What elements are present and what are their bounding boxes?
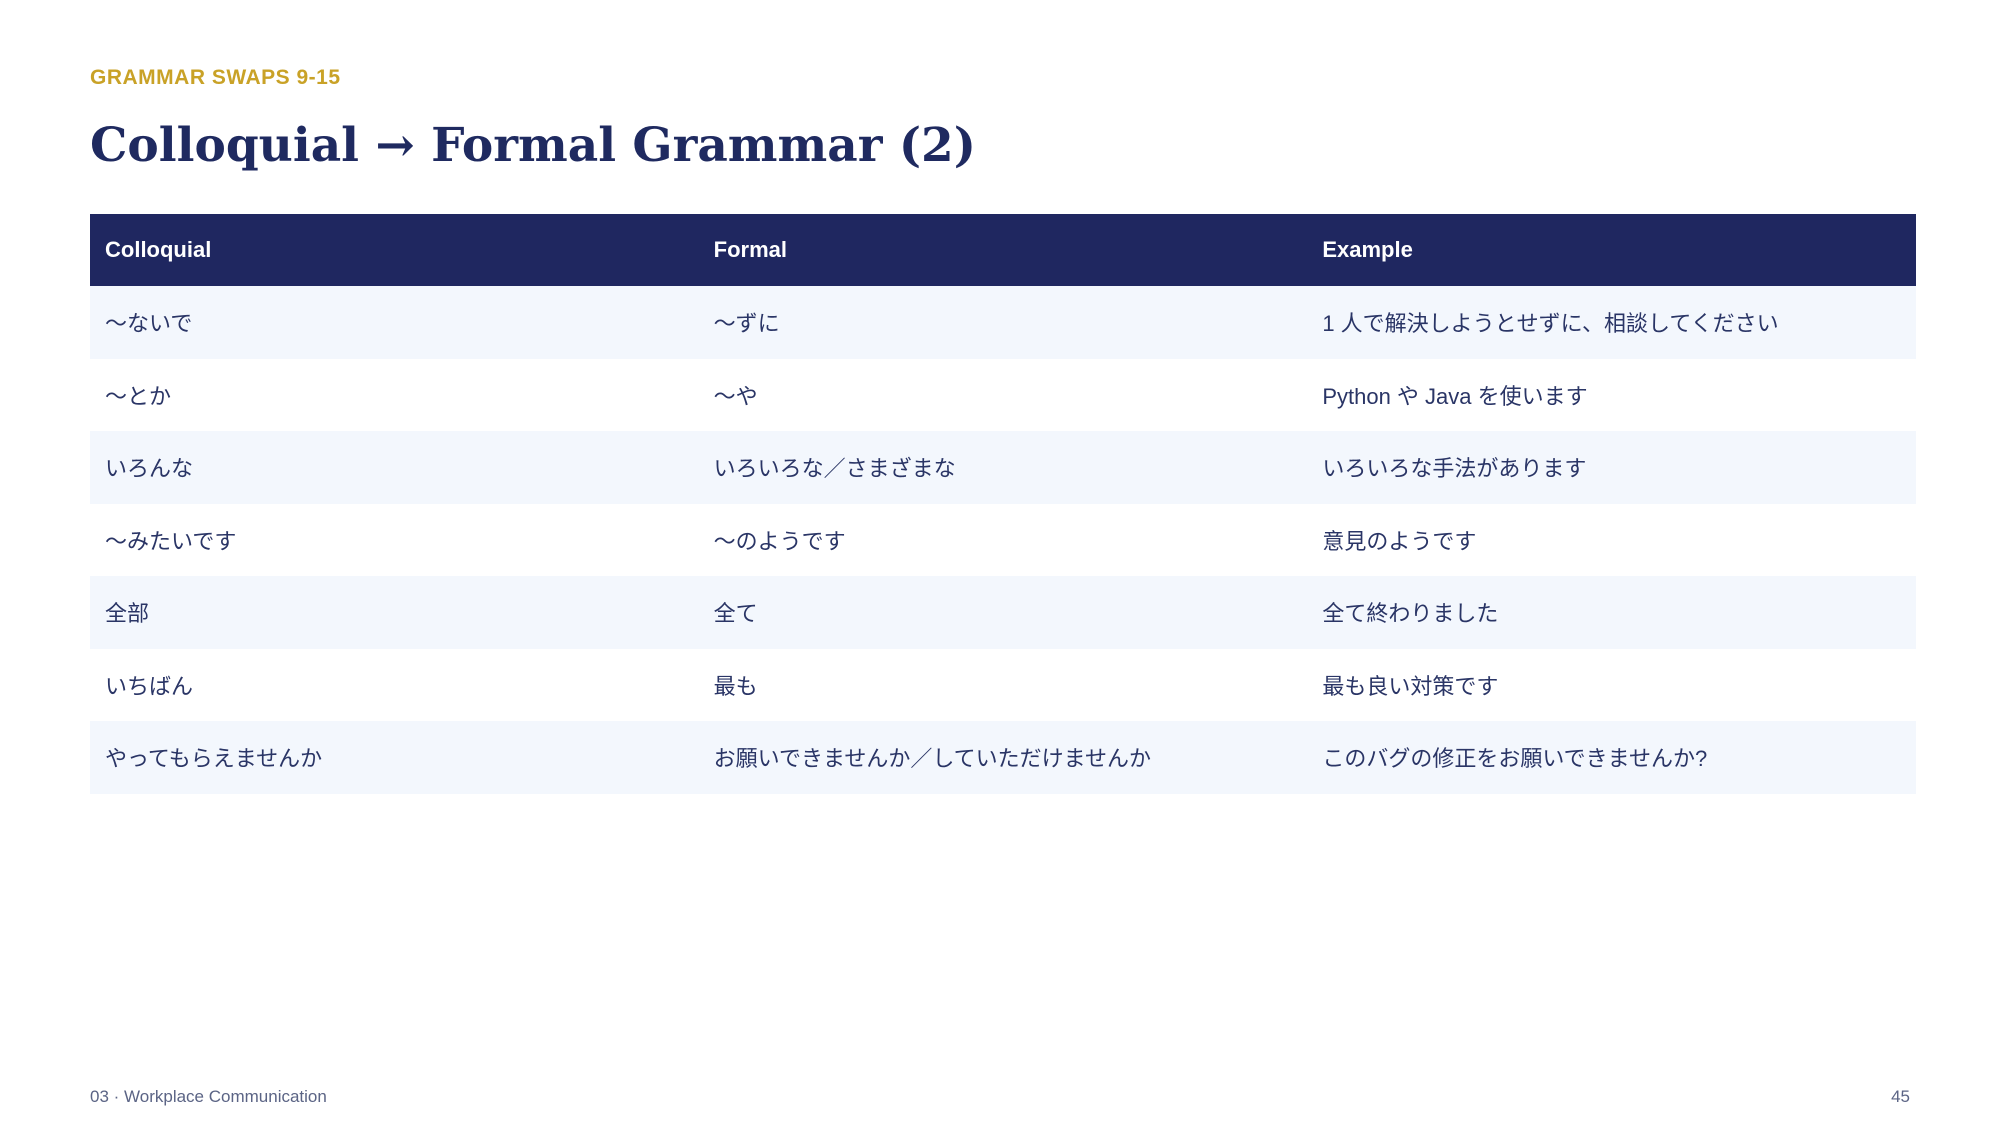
cell-colloquial: いろんな: [105, 456, 194, 482]
table-row: ～ないで ～ずに 1 人で解決しようとせずに、相談してください: [90, 286, 1916, 359]
cell-example: 意見のようです: [1322, 528, 1477, 554]
cell-example: このバグの修正をお願いできませんか?: [1322, 746, 1708, 772]
cell-example: 全て終わりました: [1322, 601, 1499, 627]
cell-formal: 全て: [713, 601, 758, 627]
column-header-colloquial: Colloquial: [105, 237, 212, 262]
cell-colloquial: ～ないで: [105, 311, 193, 337]
table-row: いろんな いろいろな／さまざまな いろいろな手法があります: [90, 431, 1916, 504]
cell-formal: ～ずに: [713, 311, 780, 337]
cell-example: 1 人で解決しようとせずに、相談してください: [1322, 311, 1779, 337]
cell-formal: お願いできませんか／していただけませんか: [713, 746, 1152, 772]
table-header-row: Colloquial Formal Example: [90, 214, 1916, 286]
cell-colloquial: ～とか: [105, 383, 172, 409]
column-header-example: Example: [1322, 237, 1413, 262]
footer-section-label: 03 · Workplace Communication: [90, 1087, 327, 1106]
cell-example: 最も良い対策です: [1322, 673, 1499, 699]
table-row: ～みたいです ～のようです 意見のようです: [90, 503, 1916, 576]
cell-example: Python や Java を使います: [1322, 383, 1588, 409]
cell-colloquial: いちばん: [105, 673, 194, 699]
grammar-table: Colloquial Formal Example ～ないで ～ずに 1 人で解…: [90, 214, 1916, 794]
cell-colloquial: ～みたいです: [105, 528, 237, 554]
section-eyebrow: GRAMMAR SWAPS 9-15: [90, 66, 341, 89]
cell-formal: ～のようです: [713, 528, 846, 554]
table-row: いちばん 最も 最も良い対策です: [90, 648, 1916, 721]
cell-colloquial: やってもらえませんか: [105, 746, 323, 772]
cell-example: いろいろな手法があります: [1322, 456, 1587, 482]
page-title: Colloquial → Formal Grammar (2): [90, 118, 977, 173]
cell-formal: いろいろな／さまざまな: [713, 456, 956, 482]
column-header-formal: Formal: [713, 237, 788, 262]
cell-formal: 最も: [713, 673, 758, 699]
cell-formal: ～や: [713, 383, 758, 409]
table-row: 全部 全て 全て終わりました: [90, 576, 1916, 649]
page-number: 45: [1891, 1087, 1910, 1106]
table-row: ～とか ～や Python や Java を使います: [90, 358, 1916, 431]
cell-colloquial: 全部: [105, 601, 150, 627]
table-row: やってもらえませんか お願いできませんか／していただけませんか このバグの修正を…: [90, 721, 1916, 794]
